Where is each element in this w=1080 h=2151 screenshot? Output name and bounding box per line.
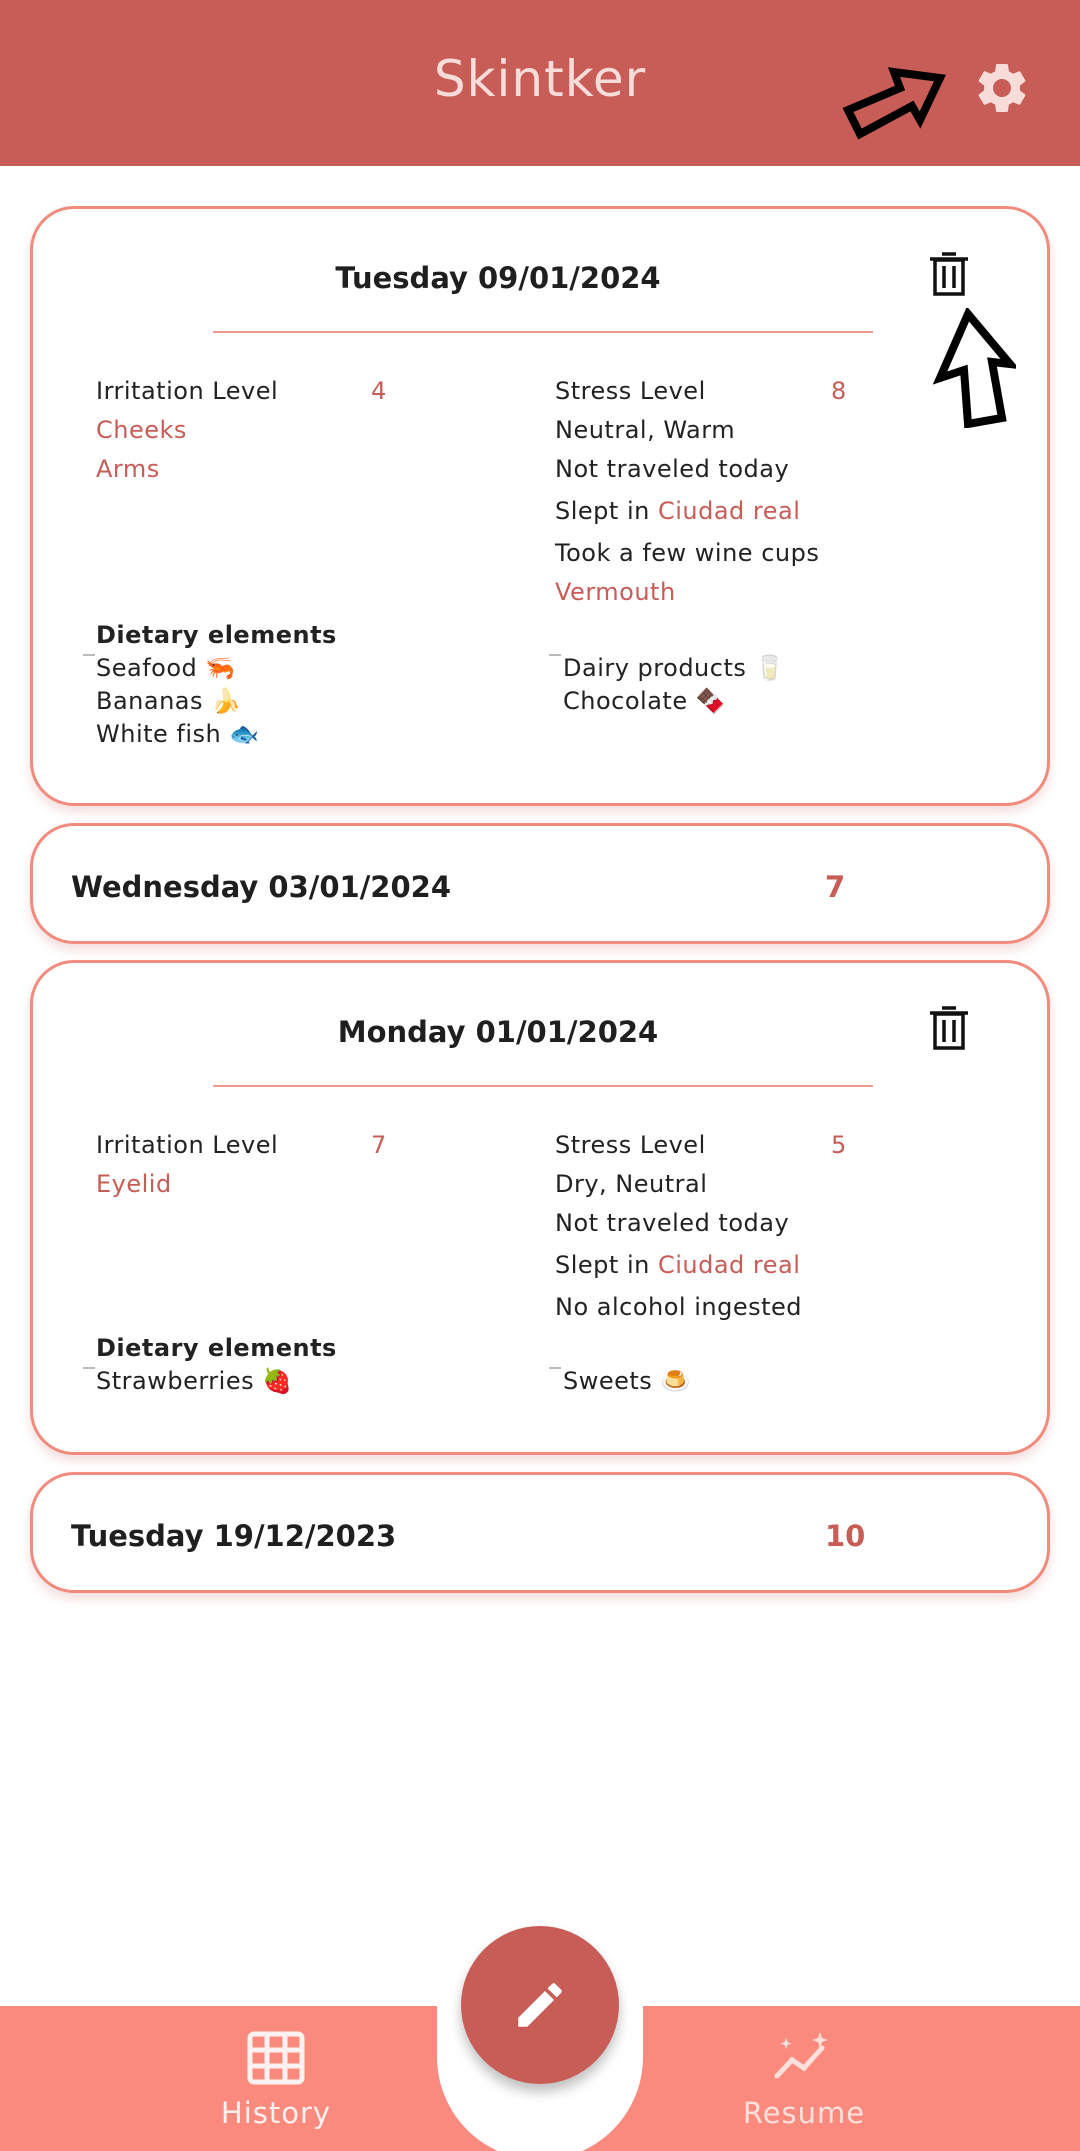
- zone-item: Cheeks: [96, 416, 187, 444]
- trash-icon[interactable]: [927, 251, 971, 297]
- alcohol-text: No alcohol ingested: [555, 1293, 803, 1321]
- weather-text: Dry, Neutral: [555, 1170, 708, 1198]
- travel-text: Not traveled today: [555, 1209, 790, 1237]
- alcohol-type: Vermouth: [555, 578, 676, 606]
- nav-history-label: History: [220, 2096, 332, 2130]
- irritation-label: Irritation Level: [96, 377, 279, 405]
- weather-text: Neutral, Warm: [555, 416, 736, 444]
- diet-title: Dietary elements: [96, 1334, 337, 1362]
- card-date: Wednesday 03/01/2024: [71, 870, 452, 904]
- card-value: 10: [825, 1519, 866, 1553]
- diet-item: Bananas 🍌: [96, 687, 242, 715]
- list-dash: [83, 1367, 95, 1369]
- nav-resume-label: Resume: [742, 2096, 866, 2130]
- irritation-value: 7: [371, 1131, 387, 1159]
- zone-item: Arms: [96, 455, 160, 483]
- card-divider: [213, 1085, 873, 1087]
- card-date: Tuesday 19/12/2023: [71, 1519, 397, 1553]
- slept-city: Ciudad real: [657, 1251, 801, 1279]
- slept-prefix: Slept in: [555, 497, 650, 525]
- trash-icon[interactable]: [927, 1005, 971, 1051]
- stress-label: Stress Level: [555, 377, 706, 405]
- annotation-arrow-icon: [842, 67, 946, 140]
- annotation-up-arrow-icon: [932, 308, 1016, 428]
- new-entry-fab-button[interactable]: [461, 1926, 619, 2084]
- slept-city: Ciudad real: [657, 497, 801, 525]
- list-dash: [549, 1367, 561, 1369]
- diet-item: Dairy products 🥛: [563, 654, 785, 682]
- history-card-collapsed[interactable]: Tuesday 19/12/2023 10: [30, 1472, 1050, 1593]
- history-card-expanded[interactable]: Tuesday 09/01/2024 Irritation Level 4 Ch…: [30, 206, 1050, 806]
- stress-value: 8: [831, 377, 847, 405]
- diet-title: Dietary elements: [96, 621, 337, 649]
- diet-item: White fish 🐟: [96, 720, 260, 748]
- card-date: Monday 01/01/2024: [337, 1015, 659, 1049]
- stress-value: 5: [831, 1131, 847, 1159]
- irritation-label: Irritation Level: [96, 1131, 279, 1159]
- history-card-expanded[interactable]: Monday 01/01/2024 Irritation Level 7 Eye…: [30, 960, 1050, 1455]
- card-date: Tuesday 09/01/2024: [335, 261, 661, 295]
- irritation-value: 4: [371, 377, 387, 405]
- card-value: 7: [825, 870, 846, 904]
- settings-gear-icon[interactable]: [972, 58, 1032, 118]
- alcohol-text: Took a few wine cups: [555, 539, 820, 567]
- diet-item: Strawberries 🍓: [96, 1367, 293, 1395]
- pencil-icon: [518, 1983, 562, 2027]
- app-header: Skintker: [0, 0, 1080, 166]
- grid-icon: [247, 2031, 305, 2085]
- zone-item: Eyelid: [96, 1170, 172, 1198]
- list-dash: [549, 654, 561, 656]
- slept-text: Slept in Ciudad real: [555, 497, 800, 525]
- sparkle-chart-icon: [774, 2032, 828, 2079]
- slept-prefix: Slept in: [555, 1251, 650, 1279]
- travel-text: Not traveled today: [555, 455, 790, 483]
- nav-history[interactable]: History: [146, 2030, 406, 2150]
- stress-label: Stress Level: [555, 1131, 706, 1159]
- card-divider: [213, 331, 873, 333]
- history-card-collapsed[interactable]: Wednesday 03/01/2024 7: [30, 823, 1050, 944]
- slept-text: Slept in Ciudad real: [555, 1251, 800, 1279]
- nav-resume[interactable]: Resume: [674, 2030, 934, 2150]
- diet-item: Chocolate 🍫: [563, 687, 727, 715]
- diet-item: Seafood 🦐: [96, 654, 236, 682]
- diet-item: Sweets 🍮: [563, 1367, 691, 1395]
- list-dash: [83, 654, 95, 656]
